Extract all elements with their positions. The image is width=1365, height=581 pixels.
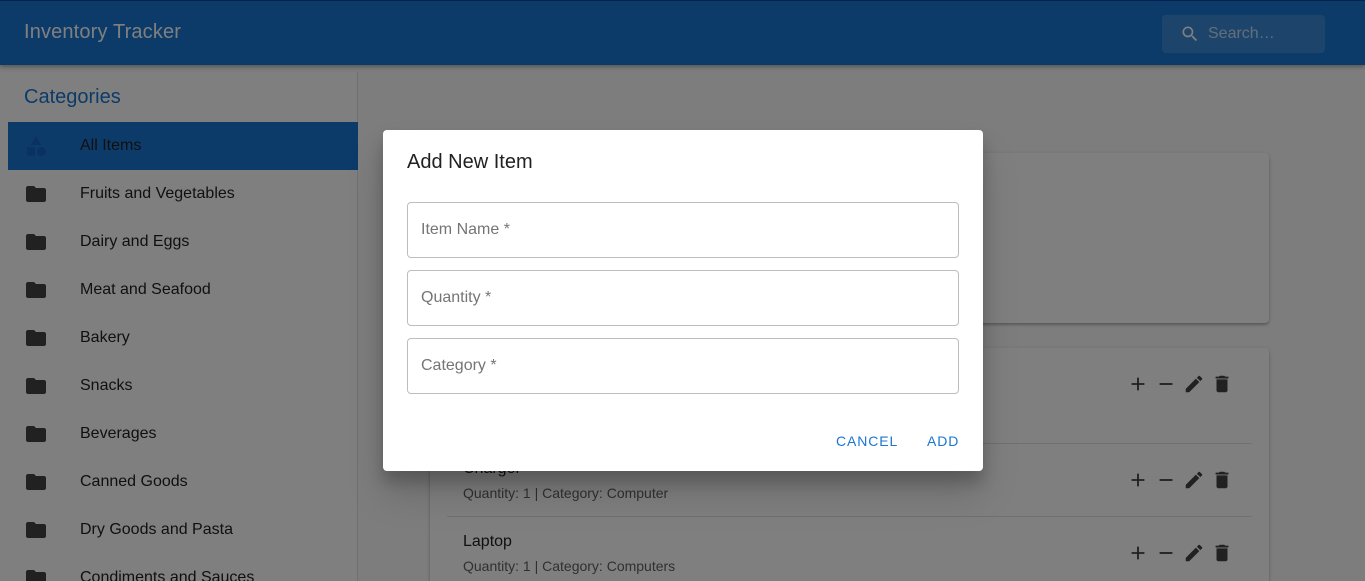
category-field[interactable] xyxy=(407,338,959,394)
dialog-title: Add New Item xyxy=(407,151,533,173)
item-name-field[interactable] xyxy=(407,202,959,258)
quantity-field[interactable] xyxy=(407,270,959,326)
quantity-input[interactable] xyxy=(408,271,958,325)
add-item-dialog: Add New Item CANCEL ADD xyxy=(383,130,983,471)
add-button[interactable]: ADD xyxy=(927,433,959,449)
cancel-button[interactable]: CANCEL xyxy=(836,433,898,449)
category-input[interactable] xyxy=(408,339,958,393)
item-name-input[interactable] xyxy=(408,203,958,257)
